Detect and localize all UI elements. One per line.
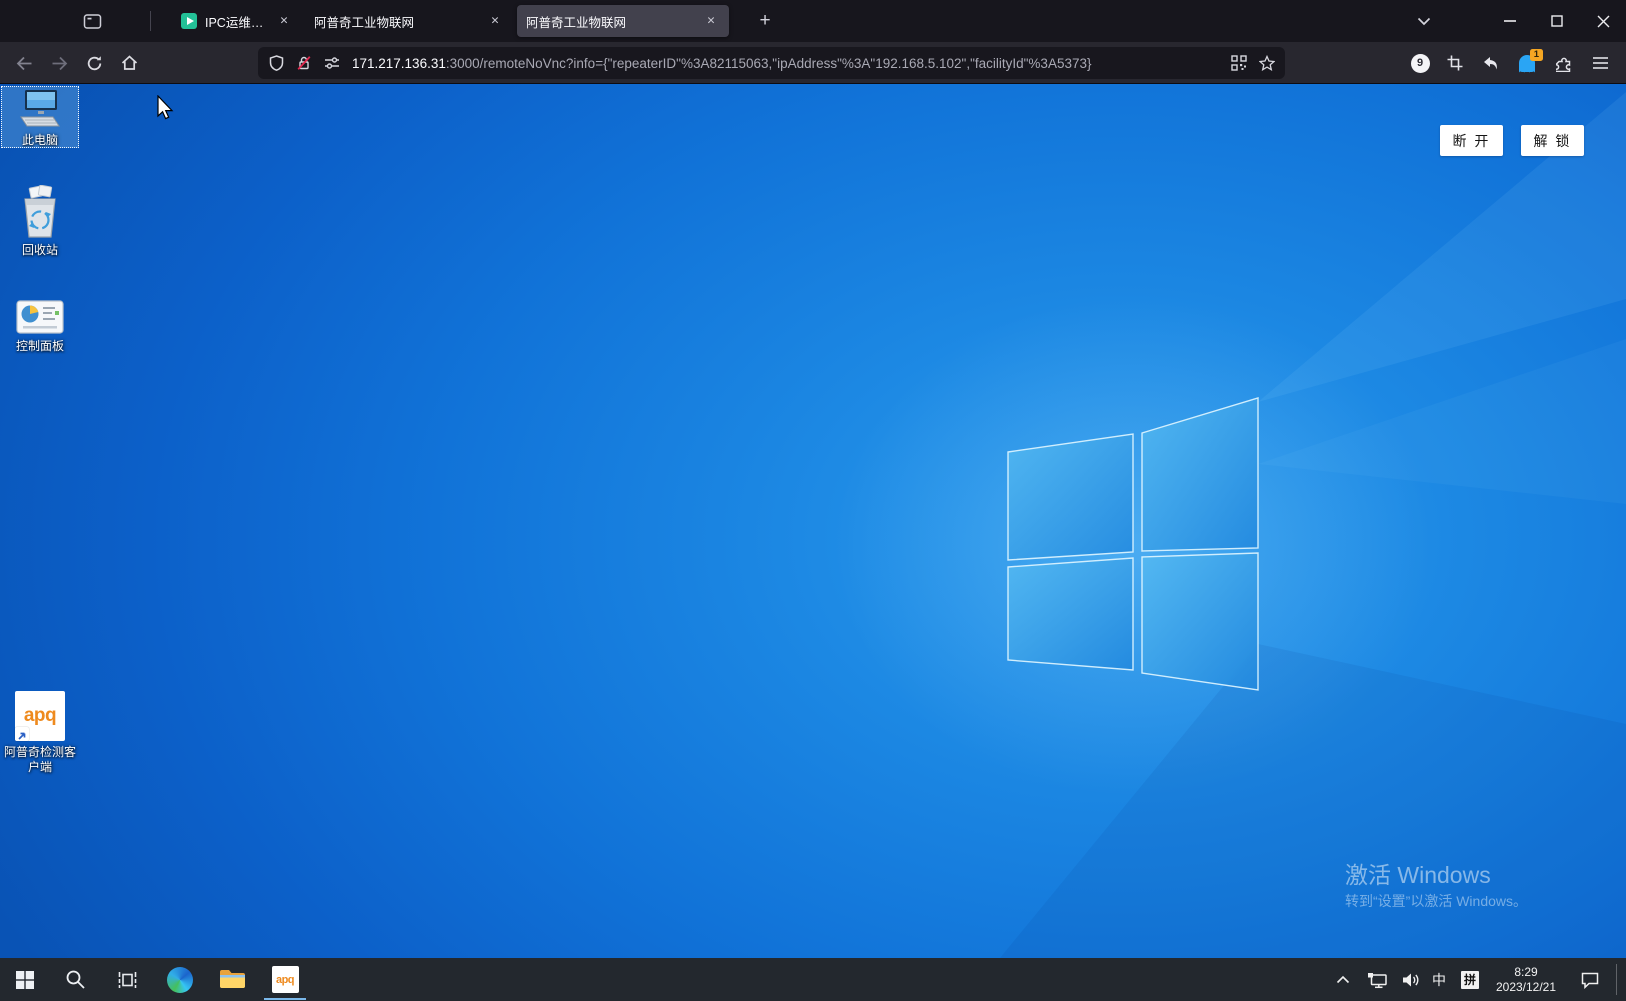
- tab-label: IPC运维平台: [205, 12, 269, 31]
- action-center-icon[interactable]: [1572, 958, 1608, 1001]
- shortcut-arrow-icon: [15, 727, 29, 741]
- desktop-icon-this-pc[interactable]: 此电脑: [1, 86, 79, 148]
- show-desktop-divider[interactable]: [1616, 964, 1617, 995]
- volume-icon[interactable]: [1395, 958, 1427, 1001]
- icon-label: 此电脑: [22, 133, 58, 148]
- running-app-underline: [264, 998, 306, 1001]
- insecure-lock-icon[interactable]: [290, 49, 318, 77]
- extension-badge-icon[interactable]: 9: [1404, 47, 1436, 79]
- disconnect-button[interactable]: 断 开: [1440, 125, 1503, 156]
- ime-language-indicator[interactable]: 中: [1424, 958, 1454, 1001]
- home-button[interactable]: [113, 47, 145, 79]
- tab-label: 阿普奇工业物联网: [314, 12, 480, 31]
- task-view-button[interactable]: [105, 958, 149, 1001]
- windows-wallpaper: [0, 84, 1626, 958]
- tab-separator: [150, 11, 151, 31]
- browser-window: IPC运维平台 ✕ 阿普奇工业物联网 ✕ 阿普奇工业物联网 ✕ +: [0, 0, 1626, 1001]
- forward-button[interactable]: [43, 47, 75, 79]
- edge-icon: [167, 967, 193, 993]
- list-all-tabs-chevron-icon[interactable]: [1408, 5, 1440, 37]
- ime-mode-indicator[interactable]: 拼: [1455, 958, 1485, 1001]
- network-icon[interactable]: [1361, 958, 1393, 1001]
- file-explorer-button[interactable]: [210, 958, 254, 1001]
- ghost-shape: 1: [1519, 55, 1535, 72]
- apq-client-taskbar-button[interactable]: apq: [263, 958, 307, 1001]
- download-helper-ghost-icon[interactable]: 1: [1511, 47, 1543, 79]
- windows-taskbar: apq 中 拼 8:29 2023/12/21: [0, 958, 1626, 1001]
- window-close-button[interactable]: [1587, 5, 1619, 37]
- tab-close-icon[interactable]: ✕: [486, 12, 504, 30]
- edge-browser-button[interactable]: [158, 958, 202, 1001]
- tray-time: 8:29: [1514, 965, 1537, 980]
- plus-icon: +: [759, 10, 770, 32]
- watermark-line2: 转到“设置”以激活 Windows。: [1345, 892, 1527, 910]
- download-count-badge: 1: [1530, 49, 1543, 61]
- play-favicon-icon: [181, 13, 197, 29]
- tab-ipc-platform[interactable]: IPC运维平台 ✕: [156, 5, 302, 37]
- recycle-bin-icon: [17, 185, 63, 239]
- extension-count: 9: [1411, 54, 1430, 73]
- navigation-toolbar: 171.217.136.31:3000/remoteNoVnc?info={"r…: [0, 42, 1626, 84]
- qr-code-icon[interactable]: [1225, 49, 1253, 77]
- site-permissions-icon[interactable]: [318, 49, 346, 77]
- desktop-icon-recycle-bin[interactable]: 回收站: [1, 182, 79, 258]
- firefox-view-icon[interactable]: [76, 5, 108, 37]
- apq-taskbar-icon: apq: [272, 966, 299, 993]
- apq-logo-text: apq: [24, 705, 56, 727]
- desktop-icon-control-panel[interactable]: 控制面板: [1, 296, 79, 354]
- new-tab-button[interactable]: +: [749, 5, 781, 37]
- icon-label: 控制面板: [16, 339, 64, 354]
- clock[interactable]: 8:29 2023/12/21: [1486, 958, 1566, 1001]
- tab-close-icon[interactable]: ✕: [275, 12, 293, 30]
- bookmark-star-icon[interactable]: [1253, 49, 1281, 77]
- apq-client-icon: apq: [15, 691, 65, 741]
- icon-label: 阿普奇检测客户端: [3, 745, 77, 775]
- desktop-icon-apq-client[interactable]: apq 阿普奇检测客户端: [1, 688, 79, 775]
- start-button[interactable]: [3, 958, 47, 1001]
- extensions-puzzle-icon[interactable]: [1548, 47, 1580, 79]
- tab-apq-iot-1[interactable]: 阿普奇工业物联网 ✕: [305, 5, 513, 37]
- folder-icon: [219, 969, 246, 990]
- undo-arrow-icon[interactable]: [1475, 47, 1507, 79]
- apq-logo-text: apq: [276, 974, 294, 986]
- tray-show-hidden-icons-chevron[interactable]: [1327, 958, 1359, 1001]
- unlock-button[interactable]: 解 锁: [1521, 125, 1584, 156]
- menu-hamburger-icon[interactable]: [1584, 47, 1616, 79]
- mouse-cursor: [157, 95, 177, 121]
- this-pc-icon: [17, 89, 63, 129]
- tracking-protection-shield-icon[interactable]: [262, 49, 290, 77]
- control-panel-icon: [15, 299, 65, 335]
- url-path: :3000/remoteNoVnc?info={"repeaterID"%3A8…: [446, 56, 1092, 71]
- remote-desktop-viewport: 此电脑 回收站: [0, 84, 1626, 958]
- url-text[interactable]: 171.217.136.31:3000/remoteNoVnc?info={"r…: [352, 56, 1225, 71]
- back-button[interactable]: [8, 47, 40, 79]
- url-bar[interactable]: 171.217.136.31:3000/remoteNoVnc?info={"r…: [258, 47, 1285, 79]
- activate-windows-watermark: 激活 Windows 转到“设置”以激活 Windows。: [1345, 861, 1527, 910]
- ime-mode-box: 拼: [1461, 971, 1479, 989]
- url-host: 171.217.136.31: [352, 56, 446, 71]
- screenshot-crop-icon[interactable]: [1439, 47, 1471, 79]
- window-maximize-button[interactable]: [1541, 5, 1573, 37]
- search-button[interactable]: [53, 958, 97, 1001]
- tab-label: 阿普奇工业物联网: [526, 12, 696, 31]
- window-minimize-button[interactable]: [1494, 5, 1526, 37]
- reload-icon[interactable]: [78, 47, 110, 79]
- watermark-line1: 激活 Windows: [1345, 861, 1527, 889]
- tray-date: 2023/12/21: [1496, 980, 1556, 995]
- tab-apq-iot-2-active[interactable]: 阿普奇工业物联网 ✕: [517, 5, 729, 37]
- tab-close-icon[interactable]: ✕: [702, 12, 720, 30]
- icon-label: 回收站: [22, 243, 58, 258]
- tab-bar: IPC运维平台 ✕ 阿普奇工业物联网 ✕ 阿普奇工业物联网 ✕ +: [0, 0, 1626, 42]
